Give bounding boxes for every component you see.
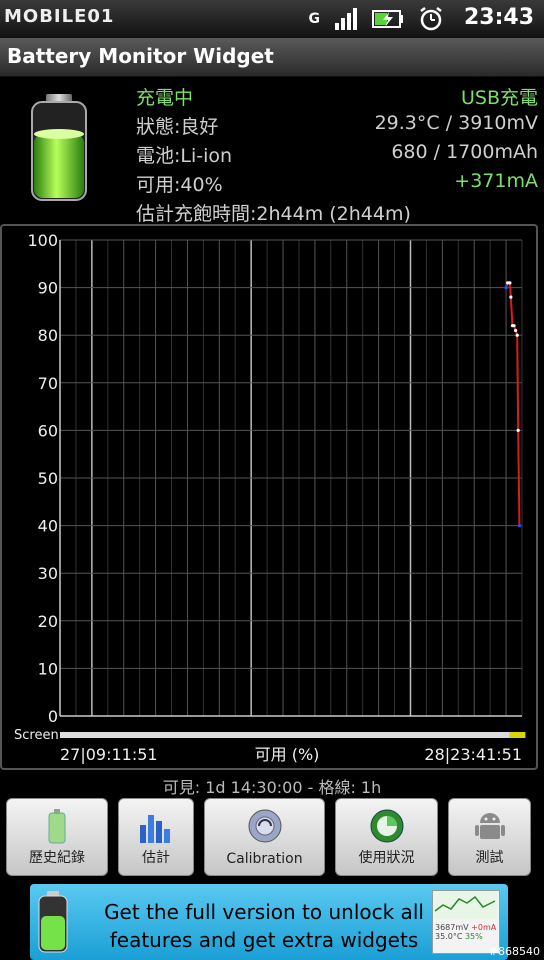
- estimate-button-label: 估計: [142, 850, 170, 866]
- android-test-icon: [474, 813, 505, 839]
- data-point: [509, 295, 513, 299]
- upgrade-ad-banner[interactable]: Get the full version to unlock all featu…: [30, 884, 508, 960]
- data-point: [514, 328, 518, 333]
- battery-charging-icon: [372, 10, 403, 28]
- data-point: [508, 281, 512, 285]
- y-tick-label: 0: [48, 707, 58, 726]
- y-tick-label: 30: [38, 564, 58, 583]
- chart-canvas: 0 10 20 30 40 50 60 70 80 90 100 Screen27|09:11:51 可…: [14, 231, 526, 764]
- screen-bar: [60, 732, 522, 738]
- temperature-voltage: 29.3°C / 3910mV: [374, 112, 538, 134]
- history-button-label: 歷史紀錄: [29, 850, 85, 866]
- screen-on-segment: [520, 732, 526, 738]
- battery-type: 電池:Li-ion: [136, 145, 233, 167]
- available-percent: 可用:40%: [136, 174, 223, 196]
- action-buttons: 歷史紀錄 估計 Calibration 使用狀況 測試: [0, 798, 544, 876]
- test-button[interactable]: 測試: [448, 798, 531, 876]
- y-tick-label: 100: [27, 231, 58, 250]
- charging-state: 充電中: [136, 87, 194, 109]
- battery-level-line: [505, 281, 521, 526]
- ad-text: Get the full version to unlock all featu…: [104, 900, 424, 952]
- y-tick-label: 90: [38, 279, 58, 298]
- data-network-icon: G: [308, 11, 321, 27]
- calibration-button[interactable]: Calibration: [204, 798, 325, 876]
- battery-history-chart[interactable]: 0 10 20 30 40 50 60 70 80 90 100 Screen 27|09:11:51 可…: [0, 224, 538, 770]
- data-point: [504, 286, 508, 290]
- y-tick-label: 80: [38, 326, 58, 345]
- power-source: USB充電: [460, 87, 538, 109]
- estimated-full-time: 估計充飽時間:2h44m (2h44m): [136, 203, 411, 225]
- test-button-label: 測試: [475, 850, 504, 866]
- data-point: [515, 333, 519, 337]
- ad-mini-chart: [433, 891, 497, 919]
- y-tick-label: 20: [38, 612, 58, 631]
- ad-voltage: 3687mV: [435, 923, 469, 932]
- y-tick-label: 70: [38, 374, 58, 393]
- estimate-icon: [140, 815, 170, 843]
- brand-logo: MOBILE01: [4, 6, 115, 27]
- watermark: #868540: [488, 945, 540, 958]
- x-axis-label: 可用 (%): [255, 745, 320, 764]
- estimate-button[interactable]: 估計: [118, 798, 194, 876]
- y-tick-label: 40: [38, 517, 58, 536]
- usage-button-label: 使用狀況: [358, 850, 415, 866]
- data-point: [517, 524, 522, 528]
- ad-percent: 35%: [464, 932, 483, 941]
- y-tick-label: 50: [38, 469, 58, 488]
- calibration-icon: [248, 809, 281, 843]
- x-end-label: 28|23:41:51: [424, 745, 522, 764]
- visible-range-info: 可見: 1d 14:30:00 - 格線: 1h: [162, 778, 382, 797]
- battery-capacity: 680 / 1700mAh: [391, 141, 538, 163]
- history-icon: [48, 809, 66, 844]
- app-title: Battery Monitor Widget: [7, 44, 274, 68]
- usage-button[interactable]: 使用狀況: [335, 798, 438, 876]
- history-button[interactable]: 歷史紀錄: [6, 798, 108, 876]
- data-point: [516, 428, 520, 432]
- y-tick-label: 60: [38, 421, 58, 440]
- x-start-label: 27|09:11:51: [60, 745, 158, 764]
- screen-on-segment: [509, 732, 522, 738]
- screen-label: Screen: [14, 728, 59, 743]
- ad-battery-icon: [38, 891, 68, 953]
- data-point: [512, 324, 516, 328]
- title-bar: Battery Monitor Widget: [0, 38, 544, 77]
- signal-icon: [335, 8, 357, 30]
- charge-current: +371mA: [454, 170, 538, 192]
- battery-health: 狀態:良好: [136, 116, 219, 138]
- usage-icon: [370, 809, 403, 843]
- y-tick-label: 10: [38, 659, 58, 678]
- clock-time: 23:43: [463, 5, 534, 30]
- battery-level-icon: [31, 94, 87, 201]
- calibration-button-label: Calibration: [226, 851, 303, 867]
- alarm-clock-icon: [420, 7, 442, 31]
- status-bar: MOBILE01 G 23:43: [0, 0, 544, 38]
- ad-temperature: 35.0°C: [435, 932, 463, 941]
- ad-current: +0mA: [471, 923, 497, 932]
